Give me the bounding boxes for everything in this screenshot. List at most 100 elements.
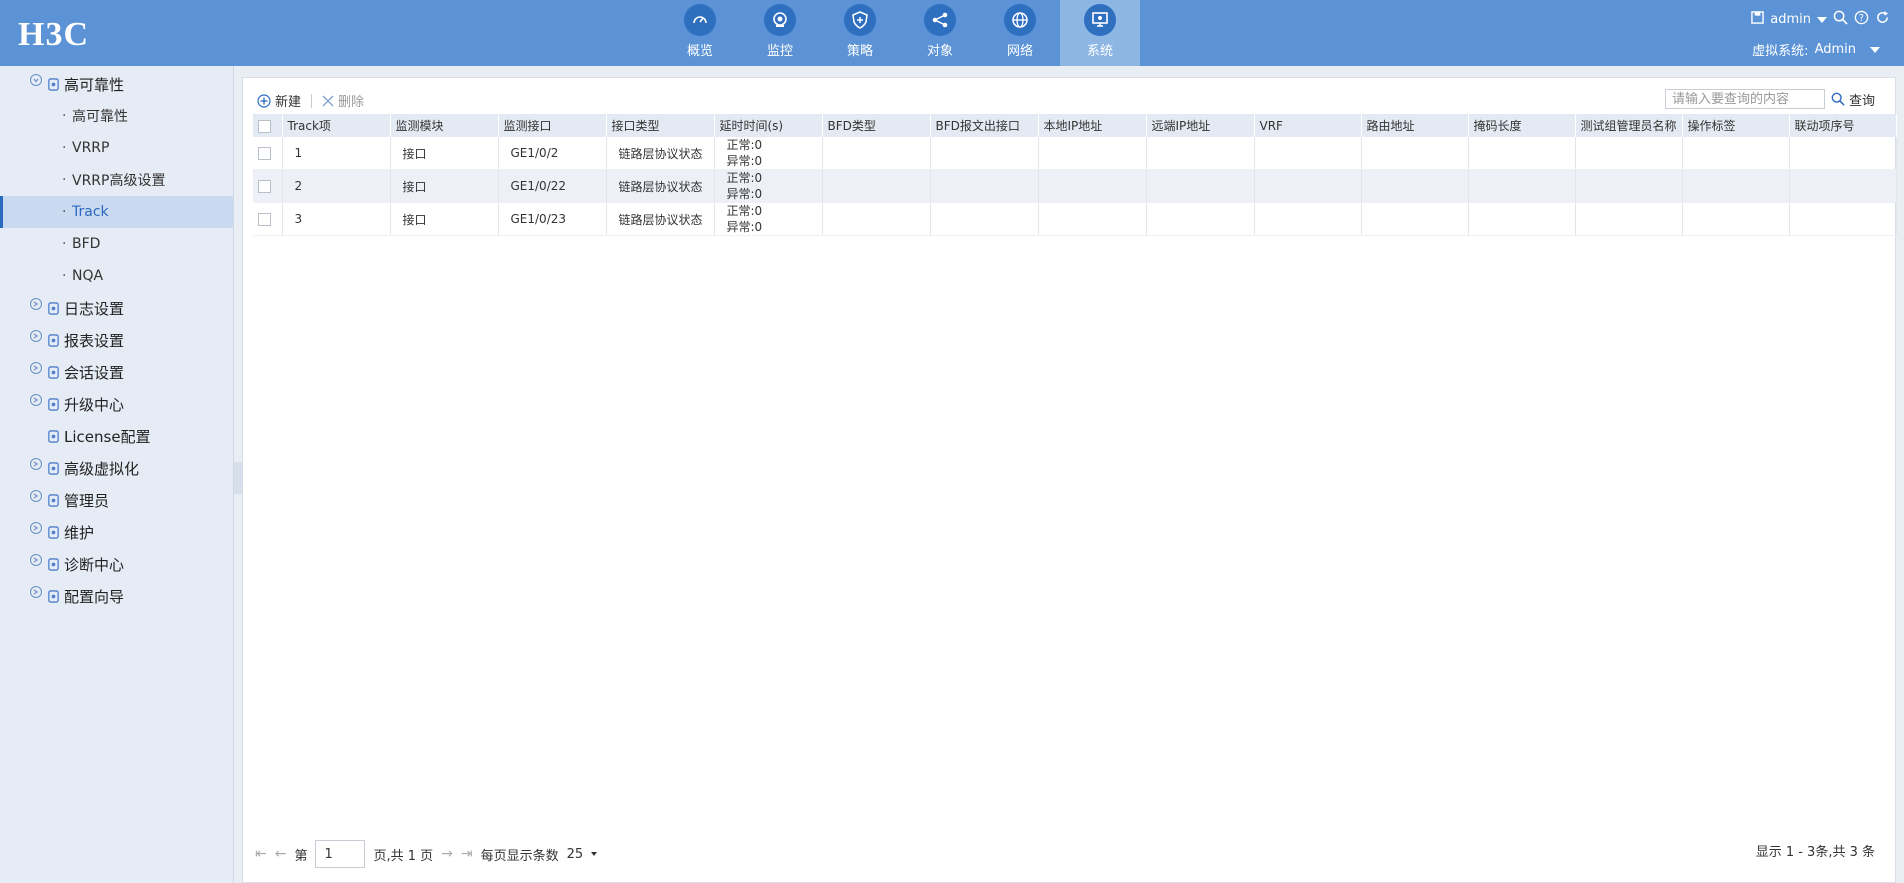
column-header[interactable]: 路由地址 [1361,114,1469,137]
select-all-checkbox[interactable] [258,119,271,133]
nav-item-3[interactable]: 对象 [900,0,980,66]
refresh-icon[interactable] [1875,10,1890,29]
sidebar-item[interactable]: VRRP [0,132,233,164]
virtual-system-value: Admin [1814,42,1856,57]
search-icon[interactable] [1833,10,1848,29]
delay-values: 正常:0 异常:0 [727,203,822,235]
track-cell: 3 [282,202,391,236]
sidebar-collapse-handle[interactable] [234,462,242,494]
sidebar-group[interactable]: 管理员 [0,484,233,516]
delete-button[interactable]: 删除 [322,91,364,110]
table-row[interactable]: 2 接口 GE1/0/22 链路层协议状态 正常:0 异常:0 [253,169,1897,203]
column-header[interactable]: 延时时间(s) [714,114,823,137]
log-icon [46,301,60,315]
row-checkbox[interactable] [258,213,271,226]
chevron-right-icon[interactable] [30,586,42,598]
chevron-down-icon[interactable] [30,74,42,86]
chevron-right-icon[interactable] [30,490,42,502]
column-header[interactable]: 接口类型 [606,114,715,137]
user-name[interactable]: admin [1770,12,1811,27]
sidebar-group[interactable]: 配置向导 [0,580,233,612]
sidebar-group[interactable]: 高级虚拟化 [0,452,233,484]
virtual-system-selector[interactable]: 虚拟系统: Admin [1752,40,1880,59]
help-icon[interactable]: ? [1854,10,1869,29]
row-checkbox[interactable] [258,180,271,193]
last-page-icon[interactable]: ⇥ [461,846,473,862]
sidebar-group[interactable]: 维护 [0,516,233,548]
per-page-select[interactable]: 25 [567,847,598,862]
prev-page-icon[interactable]: ← [275,846,287,862]
empty-cell [1038,202,1147,236]
table-row[interactable]: 3 接口 GE1/0/23 链路层协议状态 正常:0 异常:0 [253,202,1897,236]
chevron-right-icon[interactable] [30,330,42,342]
sidebar-group[interactable]: 日志设置 [0,292,233,324]
diagnose-icon [46,557,60,571]
empty-cell [1575,137,1683,170]
row-checkbox[interactable] [258,147,271,160]
sidebar-group[interactable]: License配置 [0,420,233,452]
nav-item-2[interactable]: 策略 [820,0,900,66]
sidebar-item-label: 高可靠性 [72,109,128,125]
chevron-down-icon [591,852,598,856]
column-header[interactable]: VRF [1254,114,1362,137]
empty-cell [1146,169,1255,203]
page-number-input[interactable] [315,840,366,868]
column-header[interactable]: 远端IP地址 [1146,114,1255,137]
column-header[interactable]: BFD类型 [822,114,931,137]
nav-item-4[interactable]: 网络 [980,0,1060,66]
column-header[interactable]: Track项 [282,114,391,137]
page-suffix: 页,共 1 页 [373,848,434,864]
page-prefix: 第 [294,848,308,864]
nav-item-1[interactable]: 监控 [740,0,820,66]
column-header[interactable]: BFD报文出接口 [930,114,1039,137]
sidebar-item-label: NQA [72,268,104,284]
column-header[interactable]: 监测接口 [498,114,607,137]
column-header[interactable]: 操作标签 [1682,114,1790,137]
sidebar-item[interactable]: Track [0,196,233,228]
delete-button-label: 删除 [338,95,365,110]
sidebar-group[interactable]: 报表设置 [0,324,233,356]
empty-cell [930,202,1039,236]
sidebar: 高可靠性高可靠性VRRPVRRP高级设置TrackBFDNQA日志设置报表设置会… [0,66,234,883]
save-icon[interactable] [1751,11,1765,28]
first-page-icon[interactable]: ⇤ [255,846,267,862]
sidebar-item[interactable]: NQA [0,260,233,292]
sidebar-group[interactable]: 诊断中心 [0,548,233,580]
admin-icon [46,493,60,507]
sidebar-item[interactable]: 高可靠性 [0,100,233,132]
empty-cell [1038,169,1147,203]
header-user-tools: admin ? [1751,10,1890,29]
next-page-icon[interactable]: → [441,846,453,862]
sidebar-group[interactable]: 会话设置 [0,356,233,388]
chevron-down-icon[interactable] [1817,16,1827,23]
interface-type-cell: 链路层协议状态 [606,202,715,236]
column-header[interactable]: 监测模块 [390,114,499,137]
delay-normal: 正常:0 [726,138,763,152]
chevron-right-icon[interactable] [30,554,42,566]
table-row[interactable]: 1 接口 GE1/0/2 链路层协议状态 正常:0 异常:0 [253,137,1897,170]
new-button[interactable]: 新建 [257,91,301,110]
chevron-right-icon[interactable] [30,298,42,310]
chevron-right-icon[interactable] [30,458,42,470]
sidebar-group-label: 日志设置 [64,299,125,318]
sidebar-item[interactable]: VRRP高级设置 [0,164,233,196]
sidebar-group[interactable]: 升级中心 [0,388,233,420]
sidebar-group-label: License配置 [64,427,151,446]
column-header[interactable]: 联动项序号 [1789,114,1897,137]
select-cell [253,137,283,170]
column-header[interactable]: 掩码长度 [1468,114,1576,137]
chevron-right-icon[interactable] [30,394,42,406]
search-input[interactable] [1664,89,1825,109]
nav-item-5[interactable]: 系统 [1060,0,1140,66]
delay-values: 正常:0 异常:0 [727,170,822,202]
sidebar-group[interactable]: 高可靠性 [0,68,233,100]
column-header[interactable]: 测试组管理员名称 [1575,114,1683,137]
column-header[interactable]: 本地IP地址 [1038,114,1147,137]
nav-item-0[interactable]: 概览 [660,0,740,66]
sidebar-item[interactable]: BFD [0,228,233,260]
chevron-right-icon[interactable] [30,362,42,374]
pagination: ⇤ ← 第 页,共 1 页 → ⇥ 每页显示条数 25 [255,840,598,868]
search-button[interactable]: 查询 [1831,90,1875,109]
sidebar-group-label: 维护 [64,523,95,542]
chevron-right-icon[interactable] [30,522,42,534]
